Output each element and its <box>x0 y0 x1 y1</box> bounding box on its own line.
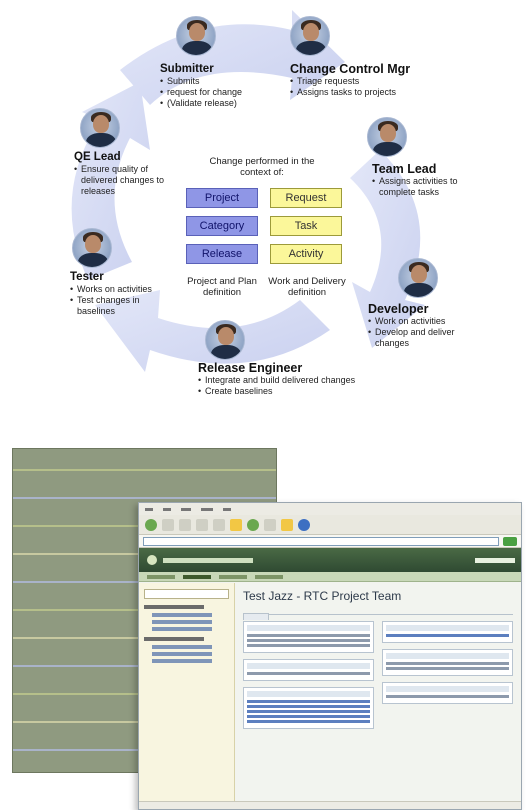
address-bar <box>139 535 521 548</box>
role-name: Tester <box>70 271 104 283</box>
role-name: Team Lead <box>372 162 437 176</box>
jazz-main: Test Jazz - RTC Project Team <box>235 583 521 803</box>
role-bullet: Create baselines <box>198 386 388 397</box>
box-request: Request <box>270 188 342 208</box>
jazz-sidebar <box>139 583 235 803</box>
stop-icon[interactable] <box>179 518 191 531</box>
go-button[interactable] <box>503 536 517 546</box>
sidebar-item[interactable] <box>152 652 212 656</box>
box-project: Project <box>186 188 258 208</box>
status-bar <box>139 801 521 809</box>
right-group-label: Work and Delivery definition <box>268 276 346 298</box>
role-release-engineer: Release Engineer Integrate and build del… <box>198 361 388 397</box>
role-submitter: Submitter Submits request for change (Va… <box>160 63 270 109</box>
role-bullet: Works on activities <box>70 284 160 295</box>
nav-tab[interactable] <box>255 574 283 579</box>
dashboard-tabs <box>243 607 513 620</box>
role-bullet: Integrate and build delivered changes <box>198 375 388 386</box>
box-release: Release <box>186 244 258 264</box>
sidebar-item[interactable] <box>152 620 212 624</box>
browser-toolbar <box>139 515 521 535</box>
sidebar-item[interactable] <box>152 627 212 631</box>
sidebar-item[interactable] <box>152 613 212 617</box>
sidebar-heading <box>144 637 204 641</box>
role-name: Developer <box>368 302 429 316</box>
role-qe-lead: QE Lead Ensure quality of delivered chan… <box>74 151 166 197</box>
left-group-label: Project and Plan definition <box>187 276 257 298</box>
role-bullet: Triage requests <box>290 76 420 87</box>
jazz-header <box>139 548 521 572</box>
role-bullet: Assigns tasks to projects <box>290 87 420 98</box>
role-name: Submitter <box>160 63 214 75</box>
role-bullet: Assigns activities to complete tasks <box>372 176 482 198</box>
role-name: Release Engineer <box>198 361 303 375</box>
dashboard-widgets <box>243 621 513 735</box>
jazz-body: Test Jazz - RTC Project Team <box>139 583 521 803</box>
team-lead-avatar <box>367 117 407 157</box>
dashboard-widget <box>382 621 513 643</box>
box-activity: Activity <box>270 244 342 264</box>
menu-bar <box>139 503 521 515</box>
home-icon[interactable] <box>213 518 225 531</box>
role-bullet: Ensure quality of delivered changes to r… <box>74 164 166 197</box>
mail-icon[interactable] <box>264 518 276 531</box>
role-name: Change Control Mgr <box>290 62 411 76</box>
forward-icon[interactable] <box>162 518 174 531</box>
media-icon[interactable] <box>247 518 259 531</box>
screenshot-collage: Test Jazz - RTC Project Team <box>0 430 529 810</box>
box-category: Category <box>186 216 258 236</box>
sidebar-item[interactable] <box>152 645 212 649</box>
address-input[interactable] <box>143 536 499 546</box>
messenger-icon[interactable] <box>298 518 310 531</box>
favorites-icon[interactable] <box>230 518 242 531</box>
nav-tab-active[interactable] <box>183 574 211 579</box>
release-engineer-avatar <box>205 320 245 360</box>
role-bullet: Develop and deliver changes <box>368 327 478 349</box>
role-bullet: Test changes in baselines <box>70 295 160 317</box>
role-tester: Tester Works on activities Test changes … <box>70 271 160 317</box>
context-label: Change performed in the context of: <box>209 156 315 178</box>
jazz-nav-tabs <box>139 572 521 582</box>
sidebar-heading <box>144 605 204 609</box>
box-task: Task <box>270 216 342 236</box>
role-team-lead: Team Lead Assigns activities to complete… <box>372 162 482 198</box>
tester-avatar <box>72 228 112 268</box>
role-name: QE Lead <box>74 151 121 163</box>
jazz-app-title <box>163 557 253 563</box>
user-info[interactable] <box>475 557 515 563</box>
nav-tab[interactable] <box>147 574 175 579</box>
workflow-diagram: Submitter Submits request for change (Va… <box>0 0 529 420</box>
dashboard-widget <box>243 687 374 729</box>
nav-tab[interactable] <box>219 574 247 579</box>
role-change-control-mgr: Change Control Mgr Triage requests Assig… <box>290 62 420 98</box>
role-bullet: Work on activities <box>368 316 478 327</box>
role-developer: Developer Work on activities Develop and… <box>368 302 478 349</box>
sidebar-item[interactable] <box>152 659 212 663</box>
dashboard-widget <box>382 649 513 676</box>
refresh-icon[interactable] <box>196 518 208 531</box>
cycle-arrows <box>71 10 425 372</box>
sidebar-search-input[interactable] <box>144 589 229 599</box>
qe-lead-avatar <box>80 108 120 148</box>
role-bullet: request for change <box>160 87 270 98</box>
role-bullet: Submits <box>160 76 270 87</box>
developer-avatar <box>398 258 438 298</box>
jazz-browser-window: Test Jazz - RTC Project Team <box>138 502 522 810</box>
dashboard-widget <box>243 621 374 653</box>
project-title: Test Jazz - RTC Project Team <box>243 589 402 603</box>
folder-icon[interactable] <box>281 518 293 531</box>
back-icon[interactable] <box>145 518 157 531</box>
dashboard-widget <box>382 682 513 704</box>
change-control-mgr-avatar <box>290 16 330 56</box>
dashboard-tab[interactable] <box>243 613 269 620</box>
jazz-logo-icon <box>147 555 157 565</box>
submitter-avatar <box>176 16 216 56</box>
dashboard-widget <box>243 659 374 681</box>
role-bullet: (Validate release) <box>160 98 270 109</box>
